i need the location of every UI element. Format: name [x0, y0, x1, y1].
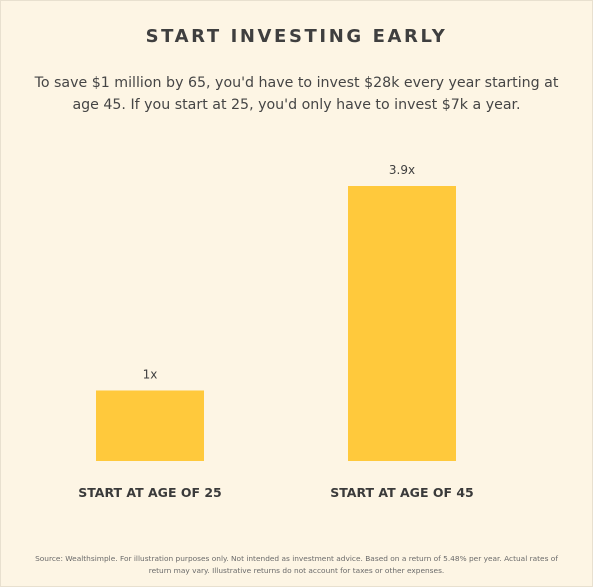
bar-2 [348, 186, 456, 461]
data-label-1: 1x [143, 367, 158, 381]
category-label-1: START AT AGE OF 25 [78, 485, 222, 500]
category-label-2: START AT AGE OF 45 [330, 485, 474, 500]
bar-1 [96, 390, 204, 461]
data-label-2: 3.9x [389, 163, 415, 177]
source-footnote: Source: Wealthsimple. For illustration p… [35, 554, 558, 575]
bar-chart: 1x START AT AGE OF 25 3.9x START AT AGE OF … [78, 163, 474, 500]
